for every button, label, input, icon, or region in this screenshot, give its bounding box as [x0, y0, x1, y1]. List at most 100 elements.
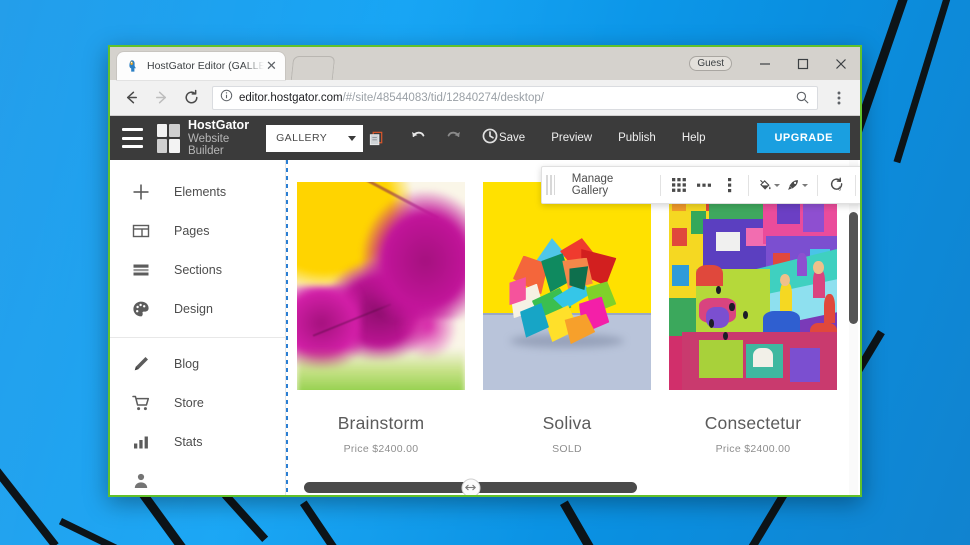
toolbar-separator: [659, 174, 661, 196]
palette-icon: [128, 299, 154, 319]
sidebar-label: Design: [174, 301, 213, 316]
search-icon[interactable]: [795, 90, 810, 105]
page-selector-dropdown[interactable]: GALLERY: [266, 124, 363, 152]
duplicate-page-icon[interactable]: [368, 130, 385, 147]
gallery-item[interactable]: Consectetur Price $2400.00: [660, 182, 846, 455]
sidebar-item-store[interactable]: Store: [110, 383, 285, 422]
paint-bucket-icon[interactable]: [758, 177, 781, 193]
gallery-item-subtitle: Price $2400.00: [715, 443, 791, 455]
profile-chip[interactable]: Guest: [689, 56, 732, 71]
pages-layout-icon: [128, 221, 154, 241]
pencil-icon: [128, 354, 154, 374]
gallery-item-subtitle: SOLD: [552, 443, 582, 455]
horizontal-resize-arrows-icon[interactable]: [461, 478, 480, 495]
hostgator-logo-icon: [156, 123, 180, 153]
sidebar-label: Stats: [174, 434, 203, 449]
sections-stack-icon: [128, 260, 154, 280]
sidebar-item-design[interactable]: Design: [110, 289, 285, 328]
save-button[interactable]: Save: [499, 132, 525, 144]
minimize-button[interactable]: [746, 47, 784, 80]
rotate-icon[interactable]: 3: [827, 177, 846, 193]
toolbar-separator: [817, 174, 819, 196]
chevron-down-icon: [347, 135, 356, 141]
url-path: /#/site/48544083/tid/12840274/desktop/: [342, 91, 544, 104]
scrollbar-track: [849, 160, 858, 495]
tab-close-icon[interactable]: ✕: [264, 59, 279, 73]
tab-title: HostGator Editor (GALLER: [147, 60, 264, 72]
redo-icon[interactable]: [445, 127, 463, 150]
brand-line-1: HostGator: [187, 118, 250, 133]
revision-history-icon[interactable]: [481, 127, 499, 150]
tab-strip: HostGator Editor (GALLER ✕ Guest: [110, 47, 860, 80]
browser-tab[interactable]: HostGator Editor (GALLER ✕: [117, 52, 285, 80]
gallery-image-wrap: [474, 182, 660, 390]
sidebar-label: Store: [174, 395, 204, 410]
watercolor-yellow-magenta-painting[interactable]: [297, 182, 465, 390]
users-icon: [128, 471, 154, 491]
publish-button[interactable]: Publish: [618, 132, 656, 144]
sidebar-item-sections[interactable]: Sections: [110, 250, 285, 289]
browser-navigation-bar: editor.hostgator.com/#/site/48544083/tid…: [110, 80, 860, 116]
gallery-element[interactable]: Brainstorm Price $2400.00 Soliva SOLD Co…: [288, 182, 846, 455]
grid-layout-icon[interactable]: [670, 178, 689, 192]
brand-wordmark: HostGator Website Builder: [187, 118, 252, 157]
new-tab-ghost[interactable]: [290, 56, 336, 80]
address-bar[interactable]: editor.hostgator.com/#/site/48544083/tid…: [212, 85, 818, 110]
upgrade-button[interactable]: UPGRADE: [757, 123, 850, 153]
gallery-image-wrap: [288, 182, 474, 390]
back-icon[interactable]: [116, 83, 146, 113]
naive-art-colorful-city-street[interactable]: [669, 182, 837, 390]
chrome-menu-icon[interactable]: [824, 83, 854, 113]
shopping-cart-icon: [128, 393, 154, 413]
info-circle-icon[interactable]: [220, 89, 233, 107]
app-body: Elements Pages Sections Design Blog Stor…: [110, 160, 860, 495]
chevron-down-icon[interactable]: [774, 183, 781, 187]
animation-rocket-icon[interactable]: [786, 177, 809, 193]
app-top-bar: HostGator Website Builder GALLERY Save P…: [110, 116, 860, 160]
reload-icon[interactable]: [176, 83, 206, 113]
app-menu-links: Save Preview Publish Help UPGRADE: [499, 123, 850, 153]
canvas-vertical-scrollbar[interactable]: [849, 212, 858, 324]
left-sidebar: Elements Pages Sections Design Blog Stor…: [110, 160, 286, 495]
sidebar-item-partial[interactable]: [110, 461, 285, 495]
sidebar-divider: [110, 337, 285, 338]
colorful-origami-polyhedron[interactable]: [483, 182, 651, 390]
maximize-button[interactable]: [784, 47, 822, 80]
help-button[interactable]: Help: [682, 132, 706, 144]
section-resize-bar[interactable]: [304, 478, 637, 495]
close-button[interactable]: [822, 47, 860, 80]
gallery-item-title: Brainstorm: [337, 413, 425, 433]
manage-gallery-button[interactable]: Manage Gallery: [561, 173, 654, 197]
element-toolbar[interactable]: Manage Gallery 3: [541, 166, 860, 204]
sidebar-label: Sections: [174, 262, 222, 277]
plus-icon: [128, 182, 154, 202]
gallery-item[interactable]: Brainstorm Price $2400.00: [288, 182, 474, 455]
sidebar-label: Elements: [174, 184, 227, 199]
vertical-dots-icon[interactable]: [720, 177, 739, 193]
sidebar-item-elements[interactable]: Elements: [110, 172, 285, 211]
sidebar-item-pages[interactable]: Pages: [110, 211, 285, 250]
chrome-browser-window: HostGator Editor (GALLER ✕ Guest editor.…: [108, 45, 862, 497]
hamburger-icon[interactable]: [122, 128, 143, 148]
sidebar-item-blog[interactable]: Blog: [110, 344, 285, 383]
chevron-down-icon[interactable]: [802, 183, 809, 187]
editor-canvas: Brainstorm Price $2400.00 Soliva SOLD Co…: [286, 160, 860, 495]
page-selector-value: GALLERY: [276, 132, 328, 144]
sidebar-label: Blog: [174, 356, 200, 371]
history-controls: [409, 127, 499, 150]
address-bar-url: editor.hostgator.com/#/site/48544083/tid…: [239, 92, 544, 104]
drag-grip[interactable]: [546, 175, 555, 195]
toolbar-separator: [855, 174, 857, 196]
gallery-item-subtitle: Price $2400.00: [343, 443, 419, 455]
gallery-item-title: Soliva: [542, 413, 592, 433]
undo-icon[interactable]: [409, 127, 427, 150]
gallery-item[interactable]: Soliva SOLD: [474, 182, 660, 455]
window-controls: Guest: [689, 47, 860, 80]
website-builder-app: HostGator Website Builder GALLERY Save P…: [110, 116, 860, 495]
gallery-image-wrap: [660, 182, 846, 390]
sidebar-item-stats[interactable]: Stats: [110, 422, 285, 461]
horizontal-dots-icon[interactable]: [695, 181, 714, 189]
bar-chart-icon: [128, 432, 154, 452]
preview-button[interactable]: Preview: [551, 132, 592, 144]
svg-text:3: 3: [838, 186, 841, 192]
